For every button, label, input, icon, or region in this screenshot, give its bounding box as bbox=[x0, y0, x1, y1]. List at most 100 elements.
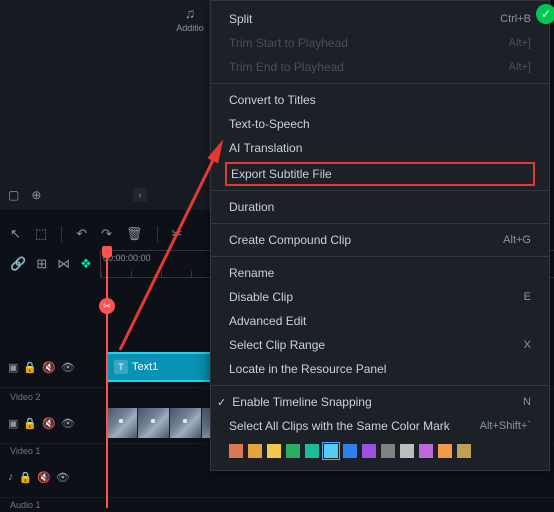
playhead[interactable]: ✂ bbox=[106, 250, 108, 508]
visibility-icon[interactable]: 👁 bbox=[56, 471, 70, 484]
menu-shortcut: E bbox=[524, 291, 531, 303]
undo-icon[interactable]: ↶ bbox=[76, 226, 87, 242]
menu-item-ai-translation[interactable]: AI Translation bbox=[211, 136, 549, 160]
menu-separator bbox=[211, 190, 549, 191]
color-swatch[interactable] bbox=[305, 444, 319, 458]
text-clip-label: Text1 bbox=[132, 361, 158, 373]
lock-icon[interactable]: 🔒 bbox=[23, 361, 37, 374]
check-icon: ✓ bbox=[217, 397, 226, 409]
menu-shortcut: Alt+] bbox=[509, 61, 531, 73]
menu-item-label: Duration bbox=[229, 200, 274, 214]
mute-icon[interactable]: 🔇 bbox=[37, 471, 51, 484]
redo-icon[interactable]: ↷ bbox=[101, 226, 112, 242]
lock-icon[interactable]: 🔒 bbox=[19, 471, 33, 484]
text-clip-icon: T bbox=[114, 360, 128, 374]
visibility-icon[interactable]: 👁 bbox=[61, 417, 75, 430]
menu-item-enable-timeline-snapping[interactable]: ✓Enable Timeline Snapping N bbox=[211, 390, 549, 414]
playhead-handle-icon[interactable] bbox=[102, 246, 112, 258]
menu-item-label: Select All Clips with the Same Color Mar… bbox=[229, 419, 450, 433]
track-label: Video 1 bbox=[10, 446, 40, 456]
menu-shortcut: N bbox=[523, 396, 531, 408]
menu-item-label: ✓Enable Timeline Snapping bbox=[229, 395, 372, 409]
color-swatch[interactable] bbox=[286, 444, 300, 458]
toolbar-separator bbox=[61, 226, 62, 242]
toolbar-separator bbox=[157, 226, 158, 242]
link-icon[interactable]: 🔗 bbox=[10, 256, 26, 272]
color-swatch[interactable] bbox=[248, 444, 262, 458]
video-icon: ▣ bbox=[8, 361, 18, 374]
color-swatch[interactable] bbox=[457, 444, 471, 458]
collapse-button[interactable]: ‹ bbox=[133, 188, 147, 202]
color-swatch[interactable] bbox=[400, 444, 414, 458]
edit-toolbar: ↖ ⬚ ↶ ↷ 🗑 ✂ bbox=[0, 220, 210, 248]
mute-icon[interactable]: 🔇 bbox=[42, 361, 56, 374]
clip-thumbnail bbox=[106, 408, 138, 438]
menu-item-create-compound-clip[interactable]: Create Compound ClipAlt+G bbox=[211, 228, 549, 252]
menu-item-label: Trim Start to Playhead bbox=[229, 36, 348, 50]
menu-item-label: Select Clip Range bbox=[229, 338, 325, 352]
tab-label: Additio bbox=[176, 23, 204, 33]
visibility-icon[interactable]: 👁 bbox=[61, 361, 75, 374]
menu-item-label: Trim End to Playhead bbox=[229, 60, 344, 74]
delete-icon[interactable]: 🗑 bbox=[126, 226, 143, 242]
menu-shortcut: X bbox=[524, 339, 531, 351]
lock-icon[interactable]: 🔒 bbox=[23, 417, 37, 430]
menu-shortcut: Alt+] bbox=[509, 37, 531, 49]
menu-item-export-subtitle-file[interactable]: Export Subtitle File bbox=[225, 162, 535, 186]
menu-shortcut: Ctrl+B bbox=[500, 13, 531, 25]
color-swatch[interactable] bbox=[362, 444, 376, 458]
mute-icon[interactable]: 🔇 bbox=[42, 417, 56, 430]
marker-icon[interactable]: ❖ bbox=[80, 256, 92, 272]
color-swatch[interactable] bbox=[419, 444, 433, 458]
track-label: Video 2 bbox=[10, 392, 40, 402]
color-swatch[interactable] bbox=[267, 444, 281, 458]
menu-item-disable-clip[interactable]: Disable Clip E bbox=[211, 285, 549, 309]
group-icon[interactable]: ⊞ bbox=[36, 256, 47, 272]
select-tool-icon[interactable]: ⬚ bbox=[35, 226, 47, 242]
menu-separator bbox=[211, 385, 549, 386]
clip-thumbnail bbox=[170, 408, 202, 438]
menu-item-split[interactable]: Split Ctrl+B bbox=[211, 7, 549, 31]
menu-item-select-all-clips-with-the-same-color-mark[interactable]: Select All Clips with the Same Color Mar… bbox=[211, 414, 549, 438]
menu-item-duration[interactable]: Duration bbox=[211, 195, 549, 219]
track-label: Audio 1 bbox=[10, 500, 41, 510]
color-swatch[interactable] bbox=[381, 444, 395, 458]
menu-item-advanced-edit[interactable]: Advanced Edit bbox=[211, 309, 549, 333]
menu-item-label: Disable Clip bbox=[229, 290, 293, 304]
color-swatch[interactable] bbox=[229, 444, 243, 458]
menu-item-text-to-speech[interactable]: Text-to-Speech bbox=[211, 112, 549, 136]
menu-item-label: Split bbox=[229, 12, 252, 26]
folder-icon[interactable]: ▢ bbox=[8, 188, 19, 202]
menu-item-label: Convert to Titles bbox=[229, 93, 316, 107]
menu-item-label: Create Compound Clip bbox=[229, 233, 351, 247]
audio-icon: ♪ bbox=[8, 471, 14, 484]
color-swatch[interactable] bbox=[343, 444, 357, 458]
context-menu: SplitCtrl+BTrim Start to PlayheadAlt+]Tr… bbox=[210, 0, 550, 471]
menu-item-rename[interactable]: Rename bbox=[211, 261, 549, 285]
ok-badge-icon: ✓ bbox=[536, 4, 554, 24]
color-mark-row bbox=[211, 438, 549, 464]
music-note-icon: ♫ bbox=[185, 5, 196, 21]
menu-item-locate-in-the-resource-panel[interactable]: Locate in the Resource Panel bbox=[211, 357, 549, 381]
menu-item-label: Locate in the Resource Panel bbox=[229, 362, 386, 376]
magnet-icon[interactable]: ⋈ bbox=[57, 256, 70, 272]
menu-item-select-clip-range[interactable]: Select Clip Range X bbox=[211, 333, 549, 357]
menu-separator bbox=[211, 83, 549, 84]
menu-item-label: Text-to-Speech bbox=[229, 117, 310, 131]
media-panel: ♫ Additio ▢ ⊕ ‹ bbox=[0, 0, 210, 210]
new-folder-icon[interactable]: ⊕ bbox=[31, 188, 41, 202]
menu-shortcut: Alt+Shift+` bbox=[480, 420, 531, 432]
menu-item-trim-end-to-playhead: Trim End to Playhead Alt+] bbox=[211, 55, 549, 79]
menu-item-label: Rename bbox=[229, 266, 274, 280]
color-swatch[interactable] bbox=[324, 444, 338, 458]
menu-separator bbox=[211, 256, 549, 257]
tab-additional[interactable]: ♫ Additio bbox=[180, 5, 200, 25]
cut-tool-icon[interactable]: ✂ bbox=[172, 226, 183, 242]
video-icon: ▣ bbox=[8, 417, 18, 430]
cursor-tool-icon[interactable]: ↖ bbox=[10, 226, 21, 242]
color-swatch[interactable] bbox=[438, 444, 452, 458]
menu-item-convert-to-titles[interactable]: Convert to Titles bbox=[211, 88, 549, 112]
playhead-cut-icon[interactable]: ✂ bbox=[99, 298, 115, 314]
menu-item-label: Export Subtitle File bbox=[231, 167, 332, 181]
menu-item-trim-start-to-playhead: Trim Start to Playhead Alt+] bbox=[211, 31, 549, 55]
